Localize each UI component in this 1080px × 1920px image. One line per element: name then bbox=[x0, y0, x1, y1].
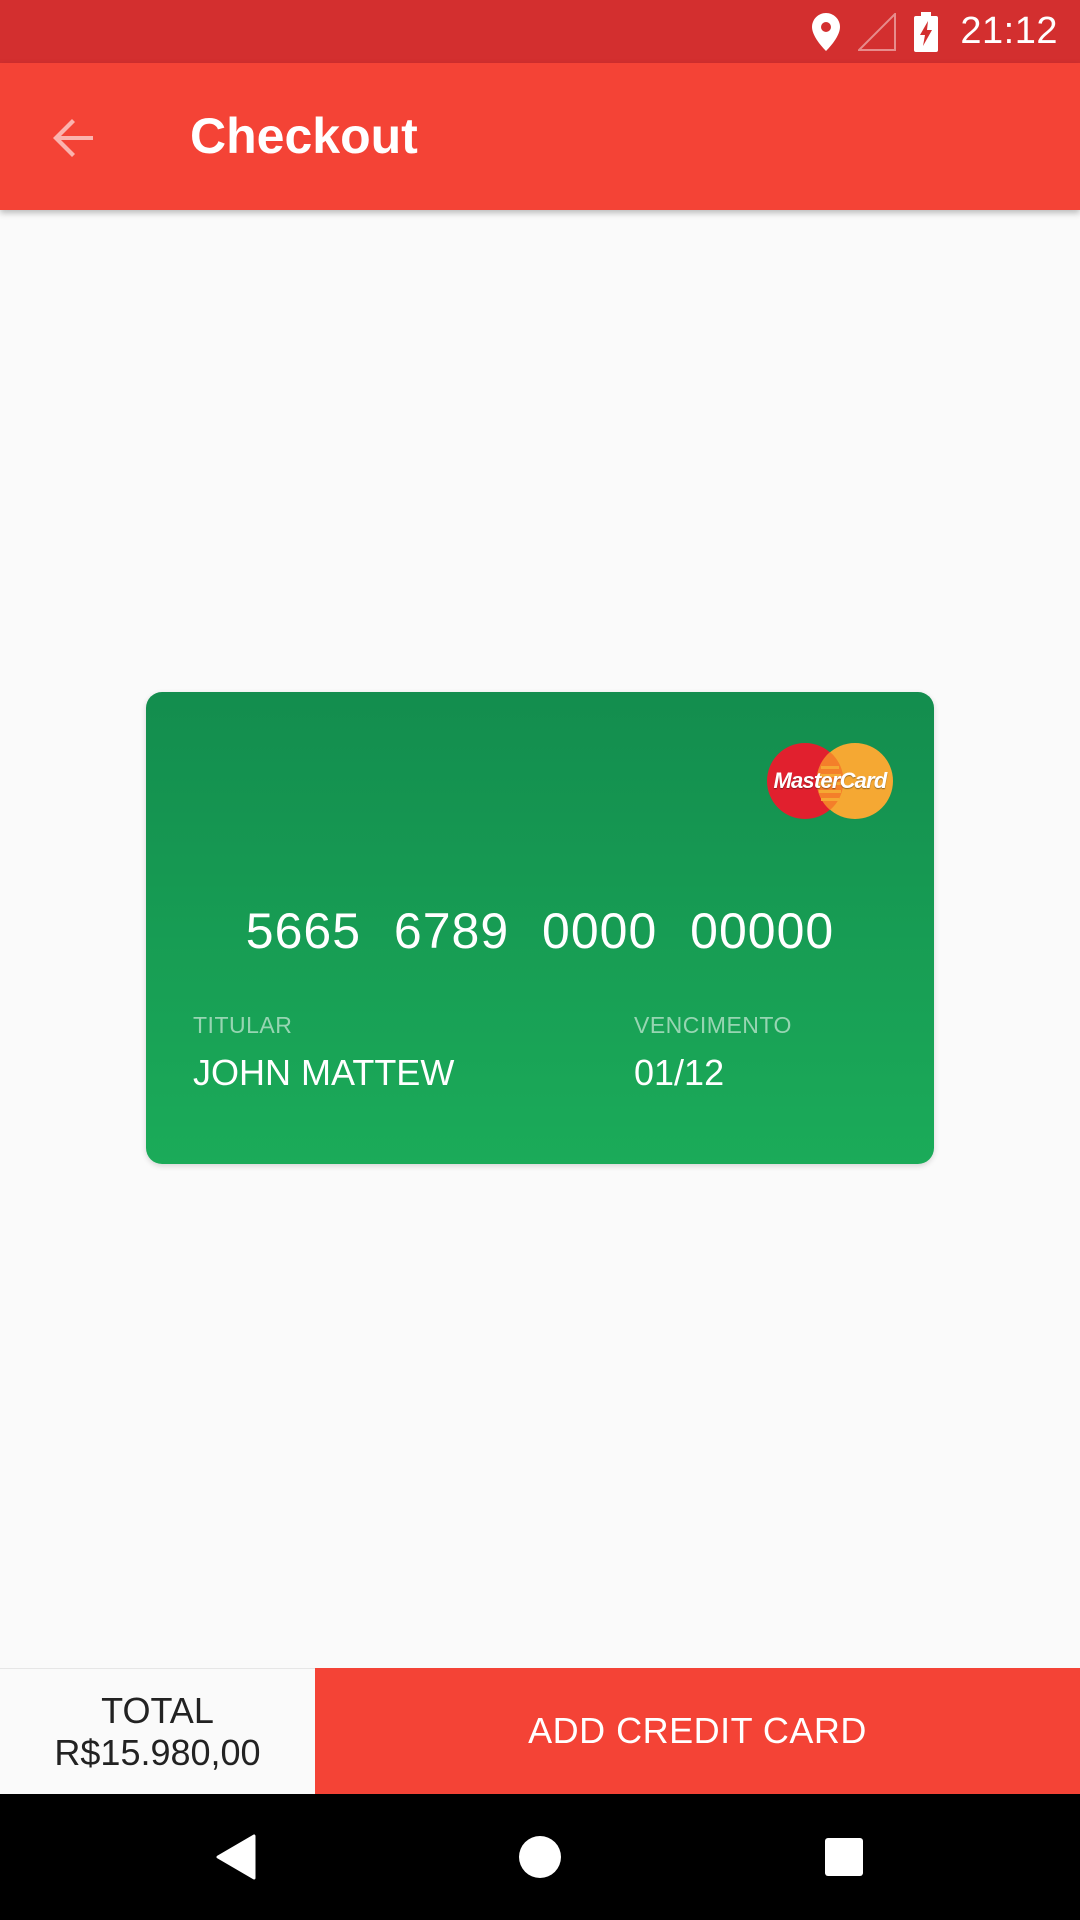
page-title: Checkout bbox=[190, 108, 418, 164]
mastercard-logo: MasterCard bbox=[766, 742, 894, 820]
recents-square-icon bbox=[825, 1838, 863, 1876]
expiry-label: VENCIMENTO bbox=[634, 1012, 792, 1038]
checkout-screen: 21:12 Checkout MasterCard 5665 6789 0000… bbox=[0, 0, 1080, 1920]
status-time: 21:12 bbox=[960, 10, 1058, 52]
holder-label: TITULAR bbox=[193, 1012, 293, 1038]
location-icon bbox=[812, 12, 841, 51]
app-bar: Checkout bbox=[0, 63, 1080, 210]
bottom-bar: TOTAL R$15.980,00 ADD CREDIT CARD bbox=[0, 1668, 1080, 1794]
total-summary: TOTAL R$15.980,00 bbox=[0, 1668, 315, 1794]
battery-charging-icon bbox=[914, 11, 939, 52]
add-credit-card-button[interactable]: ADD CREDIT CARD bbox=[315, 1668, 1080, 1794]
signal-icon bbox=[858, 12, 897, 51]
nav-back-button[interactable] bbox=[173, 1794, 299, 1920]
system-nav-bar bbox=[0, 1794, 1080, 1920]
back-triangle-icon bbox=[216, 1834, 256, 1880]
home-circle-icon bbox=[519, 1836, 561, 1878]
status-bar: 21:12 bbox=[0, 0, 1080, 63]
credit-card: MasterCard 5665 6789 0000 00000 TITULAR … bbox=[146, 692, 934, 1164]
card-number: 5665 6789 0000 00000 bbox=[245, 903, 835, 959]
total-label: TOTAL bbox=[101, 1689, 214, 1731]
brand-name: MasterCard bbox=[773, 768, 887, 793]
expiry-value: 01/12 bbox=[634, 1052, 725, 1093]
holder-name: JOHN MATTEW bbox=[193, 1052, 455, 1093]
nav-home-button[interactable] bbox=[477, 1794, 603, 1920]
total-value: R$15.980,00 bbox=[54, 1731, 261, 1773]
back-button[interactable] bbox=[38, 103, 108, 173]
nav-recents-button[interactable] bbox=[781, 1794, 907, 1920]
arrow-back-icon bbox=[53, 119, 93, 157]
